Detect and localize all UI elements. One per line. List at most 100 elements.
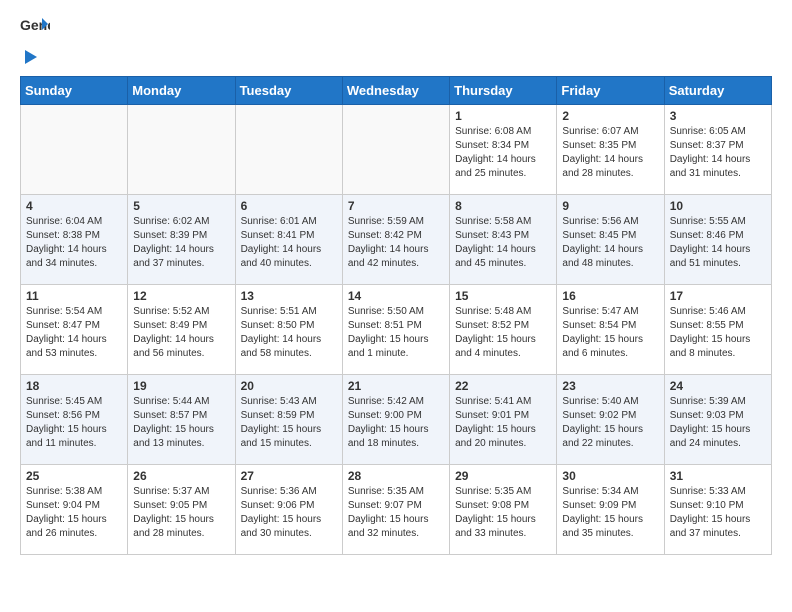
calendar-day-cell: 31 Sunrise: 5:33 AM Sunset: 9:10 PM Dayli… [664, 465, 771, 555]
day-number: 20 [241, 379, 337, 393]
calendar-day-cell: 6Sunrise: 6:01 AM Sunset: 8:41 PM Daylig… [235, 195, 342, 285]
day-number: 17 [670, 289, 766, 303]
calendar-day-cell: 2Sunrise: 6:07 AM Sunset: 8:35 PM Daylig… [557, 105, 664, 195]
day-number: 18 [26, 379, 122, 393]
day-number: 14 [348, 289, 444, 303]
calendar-header-wednesday: Wednesday [342, 77, 449, 105]
day-number: 23 [562, 379, 658, 393]
day-number: 12 [133, 289, 229, 303]
day-info: Sunrise: 5:54 AM Sunset: 8:47 PM Dayligh… [26, 305, 122, 361]
day-info: Sunrise: 5:52 AM Sunset: 8:49 PM Dayligh… [133, 305, 229, 361]
day-number: 5 [133, 199, 229, 213]
day-number: 1 [455, 109, 551, 123]
calendar-day-cell: 1Sunrise: 6:08 AM Sunset: 8:34 PM Daylig… [450, 105, 557, 195]
day-number: 29 [455, 469, 551, 483]
calendar-day-cell: 20 Sunrise: 5:43 AM Sunset: 8:59 PM Dayli… [235, 375, 342, 465]
calendar-day-cell: 28Sunrise: 5:35 AM Sunset: 9:07 PM Dayli… [342, 465, 449, 555]
calendar-header-row: SundayMondayTuesdayWednesdayThursdayFrid… [21, 77, 772, 105]
day-number: 15 [455, 289, 551, 303]
calendar-container: General SundayMondayTuesdayWednesdayThur… [0, 0, 792, 565]
day-info: Sunrise: 6:01 AM Sunset: 8:41 PM Dayligh… [241, 215, 337, 271]
calendar-day-cell: 8 Sunrise: 5:58 AM Sunset: 8:43 PM Daylig… [450, 195, 557, 285]
day-info: Sunrise: 5:51 AM Sunset: 8:50 PM Dayligh… [241, 305, 337, 361]
day-info: Sunrise: 5:39 AM Sunset: 9:03 PM Dayligh… [670, 395, 766, 451]
calendar-week-row: 18 Sunrise: 5:45 AM Sunset: 8:56 PM Dayli… [21, 375, 772, 465]
day-number: 22 [455, 379, 551, 393]
calendar-day-cell: 22 Sunrise: 5:41 AM Sunset: 9:01 PM Dayli… [450, 375, 557, 465]
calendar-table: SundayMondayTuesdayWednesdayThursdayFrid… [20, 76, 772, 555]
calendar-day-cell [128, 105, 235, 195]
day-info: Sunrise: 5:55 AM Sunset: 8:46 PM Dayligh… [670, 215, 766, 271]
calendar-day-cell: 14 Sunrise: 5:50 AM Sunset: 8:51 PM Dayli… [342, 285, 449, 375]
logo-icon: General [20, 16, 50, 44]
day-number: 11 [26, 289, 122, 303]
header: General [20, 16, 772, 68]
logo-words [20, 44, 43, 68]
day-info: Sunrise: 5:48 AM Sunset: 8:52 PM Dayligh… [455, 305, 551, 361]
day-number: 19 [133, 379, 229, 393]
calendar-day-cell: 10 Sunrise: 5:55 AM Sunset: 8:46 PM Dayli… [664, 195, 771, 285]
calendar-day-cell: 9Sunrise: 5:56 AM Sunset: 8:45 PM Daylig… [557, 195, 664, 285]
calendar-day-cell [21, 105, 128, 195]
day-info: Sunrise: 5:33 AM Sunset: 9:10 PM Dayligh… [670, 485, 766, 541]
calendar-day-cell: 27Sunrise: 5:36 AM Sunset: 9:06 PM Dayli… [235, 465, 342, 555]
day-number: 8 [455, 199, 551, 213]
day-info: Sunrise: 5:50 AM Sunset: 8:51 PM Dayligh… [348, 305, 444, 361]
day-info: Sunrise: 6:02 AM Sunset: 8:39 PM Dayligh… [133, 215, 229, 271]
calendar-day-cell: 16 Sunrise: 5:47 AM Sunset: 8:54 PM Dayli… [557, 285, 664, 375]
calendar-day-cell: 7 Sunrise: 5:59 AM Sunset: 8:42 PM Daylig… [342, 195, 449, 285]
day-number: 7 [348, 199, 444, 213]
calendar-header-monday: Monday [128, 77, 235, 105]
day-info: Sunrise: 5:43 AM Sunset: 8:59 PM Dayligh… [241, 395, 337, 451]
day-info: Sunrise: 5:41 AM Sunset: 9:01 PM Dayligh… [455, 395, 551, 451]
day-info: Sunrise: 5:37 AM Sunset: 9:05 PM Dayligh… [133, 485, 229, 541]
calendar-day-cell: 21Sunrise: 5:42 AM Sunset: 9:00 PM Dayli… [342, 375, 449, 465]
calendar-day-cell: 23 Sunrise: 5:40 AM Sunset: 9:02 PM Dayli… [557, 375, 664, 465]
day-number: 24 [670, 379, 766, 393]
day-info: Sunrise: 5:59 AM Sunset: 8:42 PM Dayligh… [348, 215, 444, 271]
day-number: 3 [670, 109, 766, 123]
day-number: 13 [241, 289, 337, 303]
calendar-day-cell: 5 Sunrise: 6:02 AM Sunset: 8:39 PM Daylig… [128, 195, 235, 285]
calendar-day-cell: 17 Sunrise: 5:46 AM Sunset: 8:55 PM Dayli… [664, 285, 771, 375]
calendar-header-tuesday: Tuesday [235, 77, 342, 105]
calendar-day-cell [235, 105, 342, 195]
calendar-day-cell: 29Sunrise: 5:35 AM Sunset: 9:08 PM Dayli… [450, 465, 557, 555]
calendar-day-cell [342, 105, 449, 195]
calendar-day-cell: 30 Sunrise: 5:34 AM Sunset: 9:09 PM Dayli… [557, 465, 664, 555]
calendar-header-thursday: Thursday [450, 77, 557, 105]
calendar-header-friday: Friday [557, 77, 664, 105]
day-info: Sunrise: 5:46 AM Sunset: 8:55 PM Dayligh… [670, 305, 766, 361]
day-info: Sunrise: 5:35 AM Sunset: 9:07 PM Dayligh… [348, 485, 444, 541]
calendar-week-row: 25 Sunrise: 5:38 AM Sunset: 9:04 PM Dayli… [21, 465, 772, 555]
day-number: 10 [670, 199, 766, 213]
day-info: Sunrise: 5:40 AM Sunset: 9:02 PM Dayligh… [562, 395, 658, 451]
day-number: 21 [348, 379, 444, 393]
calendar-header-saturday: Saturday [664, 77, 771, 105]
day-number: 16 [562, 289, 658, 303]
day-number: 30 [562, 469, 658, 483]
logo-text: General [20, 16, 50, 44]
day-number: 31 [670, 469, 766, 483]
calendar-day-cell: 26 Sunrise: 5:37 AM Sunset: 9:05 PM Dayli… [128, 465, 235, 555]
day-info: Sunrise: 5:47 AM Sunset: 8:54 PM Dayligh… [562, 305, 658, 361]
day-info: Sunrise: 5:56 AM Sunset: 8:45 PM Dayligh… [562, 215, 658, 271]
day-info: Sunrise: 5:45 AM Sunset: 8:56 PM Dayligh… [26, 395, 122, 451]
day-number: 27 [241, 469, 337, 483]
day-info: Sunrise: 6:07 AM Sunset: 8:35 PM Dayligh… [562, 125, 658, 181]
calendar-day-cell: 11 Sunrise: 5:54 AM Sunset: 8:47 PM Dayli… [21, 285, 128, 375]
day-info: Sunrise: 5:34 AM Sunset: 9:09 PM Dayligh… [562, 485, 658, 541]
calendar-day-cell: 15 Sunrise: 5:48 AM Sunset: 8:52 PM Dayli… [450, 285, 557, 375]
calendar-week-row: 4Sunrise: 6:04 AM Sunset: 8:38 PM Daylig… [21, 195, 772, 285]
calendar-week-row: 11 Sunrise: 5:54 AM Sunset: 8:47 PM Dayli… [21, 285, 772, 375]
logo: General [20, 16, 50, 68]
calendar-day-cell: 4Sunrise: 6:04 AM Sunset: 8:38 PM Daylig… [21, 195, 128, 285]
day-number: 26 [133, 469, 229, 483]
day-info: Sunrise: 5:58 AM Sunset: 8:43 PM Dayligh… [455, 215, 551, 271]
day-info: Sunrise: 5:38 AM Sunset: 9:04 PM Dayligh… [26, 485, 122, 541]
logo-arrow-icon [21, 46, 41, 68]
calendar-day-cell: 18 Sunrise: 5:45 AM Sunset: 8:56 PM Dayli… [21, 375, 128, 465]
day-number: 25 [26, 469, 122, 483]
calendar-day-cell: 13 Sunrise: 5:51 AM Sunset: 8:50 PM Dayli… [235, 285, 342, 375]
calendar-day-cell: 25 Sunrise: 5:38 AM Sunset: 9:04 PM Dayli… [21, 465, 128, 555]
